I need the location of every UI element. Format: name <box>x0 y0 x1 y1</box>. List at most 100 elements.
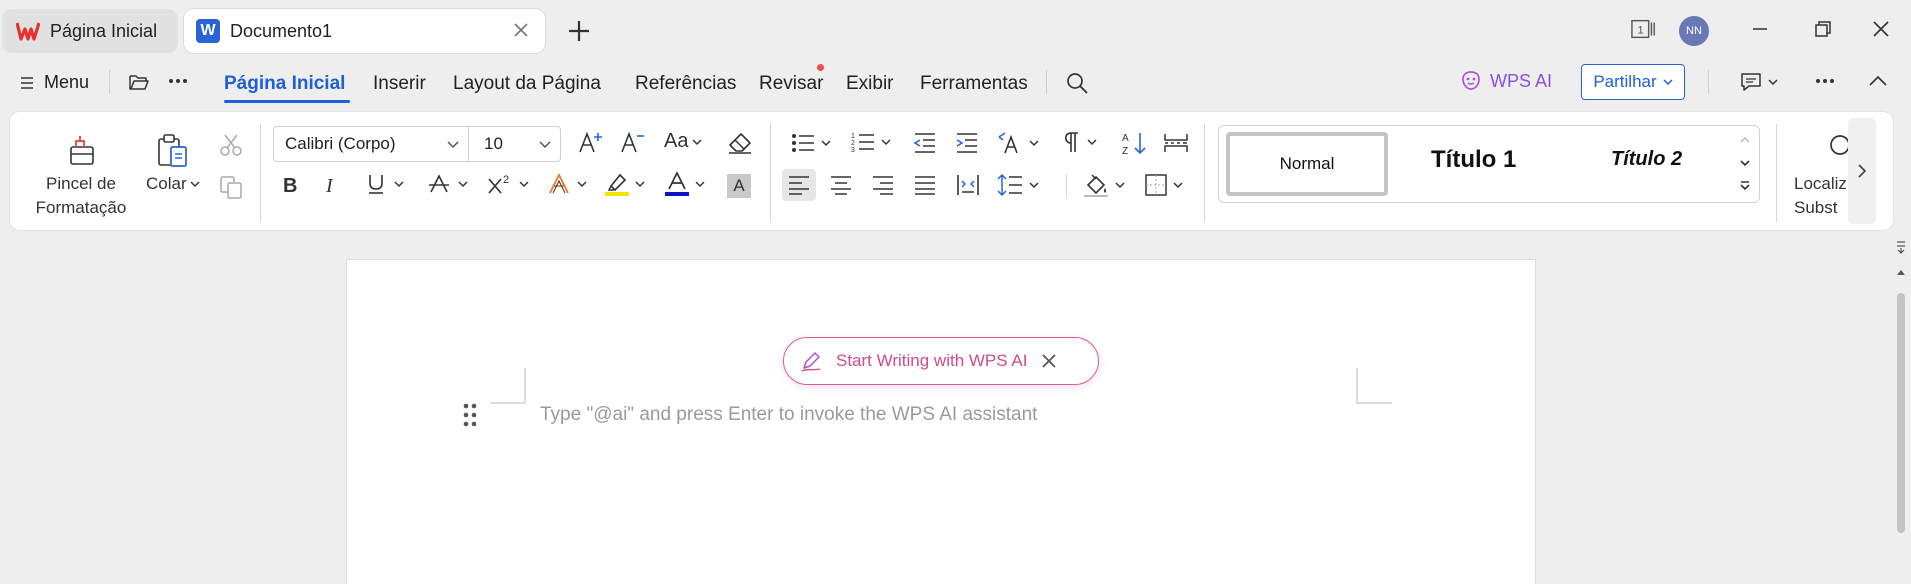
format-painter-label[interactable]: Pincel de Formatação <box>26 172 136 220</box>
column-break-icon[interactable] <box>1163 132 1189 154</box>
chevron-down-icon <box>1768 79 1778 86</box>
bold-icon[interactable]: B <box>280 174 300 196</box>
ribbon-scroll-right[interactable] <box>1848 118 1876 224</box>
justify-icon[interactable] <box>914 175 936 195</box>
restore-icon[interactable] <box>1810 16 1836 42</box>
chevron-down-icon <box>821 140 831 147</box>
italic-icon[interactable]: I <box>322 174 342 196</box>
show-marks-button[interactable] <box>1061 131 1097 153</box>
minimize-icon[interactable] <box>1747 16 1773 42</box>
borders-button[interactable] <box>1145 174 1183 196</box>
wps-ai-button[interactable]: WPS AI <box>1460 70 1552 92</box>
wps-ai-label: WPS AI <box>1490 70 1553 91</box>
change-case-button[interactable]: Aa <box>664 130 702 153</box>
text-direction-icon <box>998 132 1018 154</box>
line-spacing-button[interactable] <box>997 172 1039 198</box>
divider <box>770 124 771 222</box>
chevron-down-icon <box>881 139 891 146</box>
underline-button[interactable] <box>366 173 404 195</box>
divider <box>260 124 261 222</box>
align-right-icon[interactable] <box>872 175 894 195</box>
highlight-color-swatch <box>605 192 629 196</box>
numbering-button[interactable]: 123 <box>851 131 891 153</box>
more-options-icon[interactable] <box>1815 78 1835 84</box>
text-direction-button[interactable] <box>997 131 1039 155</box>
more-icon[interactable] <box>168 78 188 84</box>
comments-button[interactable] <box>1740 72 1778 92</box>
sort-icon[interactable]: AZ <box>1121 130 1147 156</box>
cut-icon[interactable] <box>218 133 244 157</box>
divider <box>1204 124 1205 222</box>
close-tab-icon[interactable] <box>511 20 531 40</box>
wps-ai-prompt[interactable]: Start Writing with WPS AI <box>783 337 1099 385</box>
tab-referencias[interactable]: Referências <box>635 73 736 95</box>
font-color-button[interactable] <box>665 171 705 197</box>
font-color-icon <box>665 171 689 196</box>
avatar[interactable]: NN <box>1679 16 1709 46</box>
font-size-select[interactable]: 10 <box>469 126 561 162</box>
vertical-scrollbar[interactable] <box>1892 238 1910 584</box>
scroll-up-icon[interactable] <box>1896 268 1906 276</box>
align-left-icon[interactable] <box>788 175 810 195</box>
clear-formatting-icon[interactable] <box>727 131 753 155</box>
copy-icon[interactable] <box>218 174 244 200</box>
decrease-indent-icon[interactable] <box>913 132 937 154</box>
svg-text:2: 2 <box>851 140 855 147</box>
comment-icon <box>1741 73 1761 91</box>
svg-text:Z: Z <box>1122 146 1128 156</box>
style-normal[interactable]: Normal <box>1226 132 1388 196</box>
page-view-icon[interactable]: 1 <box>1631 16 1657 42</box>
font-name-select[interactable]: Calibri (Corpo) <box>273 126 469 162</box>
chevron-down-icon <box>692 138 702 145</box>
styles-scroll-icon[interactable] <box>1735 130 1755 200</box>
close-icon[interactable] <box>1041 353 1057 369</box>
svg-text:1: 1 <box>851 133 855 140</box>
increase-indent-icon[interactable] <box>955 132 979 154</box>
underline-icon <box>369 175 383 194</box>
find-replace-label[interactable]: Localiz Subst <box>1794 172 1848 220</box>
drag-handle-icon[interactable] <box>463 403 477 427</box>
character-shading-button[interactable]: A <box>727 174 751 198</box>
tab-document[interactable]: W Documento1 <box>184 9 545 53</box>
find-replace-icon[interactable] <box>1826 133 1848 159</box>
style-heading-1[interactable]: Título 1 <box>1431 146 1516 174</box>
font-color-swatch <box>665 192 689 196</box>
collapse-ribbon-icon[interactable] <box>1868 74 1888 88</box>
tab-layout[interactable]: Layout da Página <box>453 73 601 95</box>
tab-home[interactable]: Página Inicial <box>2 9 178 53</box>
shading-button[interactable] <box>1083 172 1125 198</box>
strikethrough-button[interactable] <box>428 173 468 195</box>
margin-corner-tr <box>1356 368 1392 404</box>
search-icon[interactable] <box>1065 71 1089 95</box>
tab-exibir[interactable]: Exibir <box>846 73 894 95</box>
document-placeholder[interactable]: Type "@ai" and press Enter to invoke the… <box>540 404 1037 426</box>
align-center-icon[interactable] <box>830 175 852 195</box>
grow-font-icon[interactable] <box>578 130 604 156</box>
tab-pagina-inicial[interactable]: Página Inicial <box>224 73 345 95</box>
scroll-thumb[interactable] <box>1897 293 1905 533</box>
tab-revisar[interactable]: Revisar <box>759 73 823 95</box>
share-button[interactable]: Partilhar <box>1581 64 1685 100</box>
highlighter-icon <box>605 173 629 196</box>
bullets-button[interactable] <box>791 133 831 153</box>
text-effects-button[interactable] <box>547 172 587 196</box>
paste-icon[interactable] <box>156 133 190 169</box>
format-painter-icon[interactable] <box>66 133 98 167</box>
open-folder-icon[interactable] <box>128 72 150 92</box>
distributed-icon[interactable] <box>956 173 980 197</box>
split-view-icon[interactable] <box>1895 240 1907 254</box>
svg-text:2: 2 <box>503 174 509 186</box>
close-window-icon[interactable] <box>1868 16 1894 42</box>
paste-button[interactable]: Colar <box>146 174 200 194</box>
new-tab-icon[interactable] <box>566 18 592 44</box>
tab-inserir[interactable]: Inserir <box>373 73 426 95</box>
shrink-font-icon[interactable] <box>620 130 646 156</box>
style-heading-2[interactable]: Título 2 <box>1611 148 1682 171</box>
highlight-button[interactable] <box>605 171 645 197</box>
numbered-list-icon: 123 <box>851 133 874 153</box>
hamburger-icon <box>21 76 33 89</box>
svg-text:1: 1 <box>1638 25 1644 37</box>
superscript-button[interactable]: 2 <box>487 172 529 196</box>
menu-button[interactable]: Menu <box>20 72 89 93</box>
tab-ferramentas[interactable]: Ferramentas <box>920 73 1028 95</box>
